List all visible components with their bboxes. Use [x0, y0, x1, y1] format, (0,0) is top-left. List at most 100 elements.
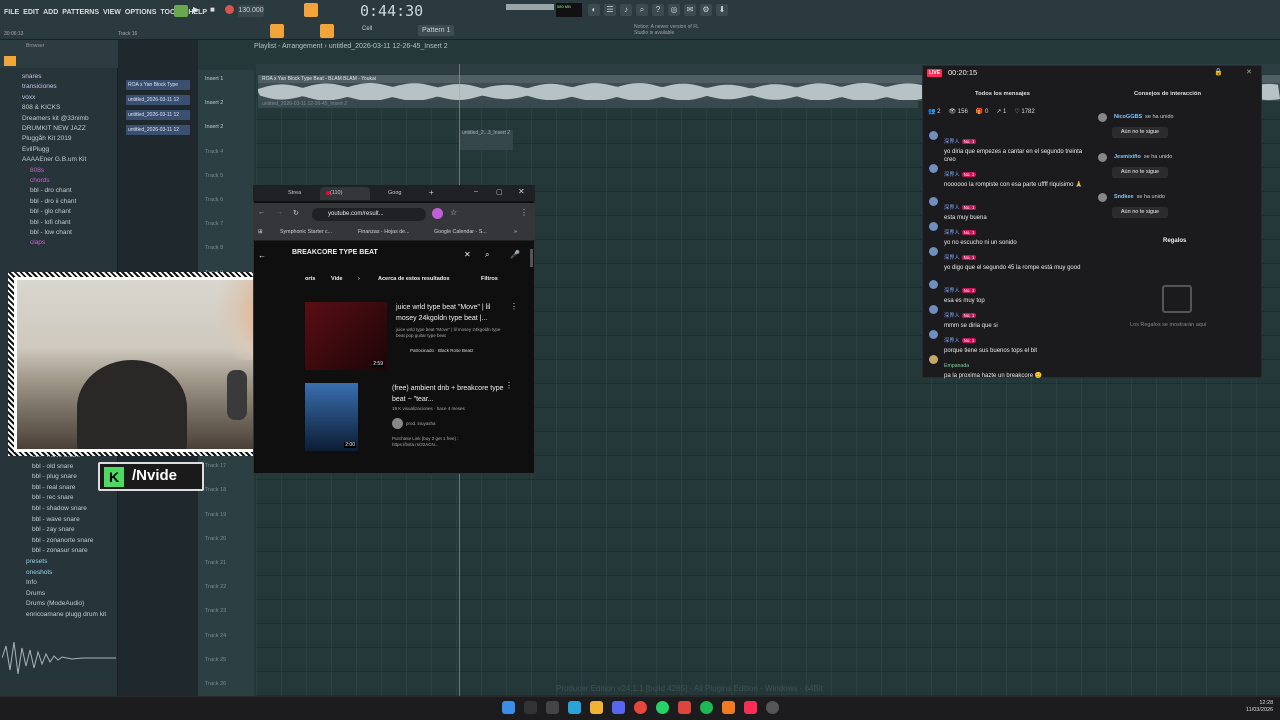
menu-add[interactable]: ADD [43, 9, 58, 16]
browser-item[interactable]: bbl - zonanorte snare [32, 537, 93, 544]
whatsapp-icon[interactable] [656, 701, 669, 714]
voice-search-icon[interactable]: 🎤 [510, 250, 520, 259]
track-header[interactable]: Insert 1 [205, 76, 223, 82]
browser-item[interactable]: bbl - plug snare [32, 473, 77, 480]
browser-item[interactable]: chords [30, 177, 50, 184]
track-header[interactable]: Track 19 [205, 512, 226, 518]
browser-item[interactable]: bbl - low chant [30, 229, 72, 236]
download-icon[interactable]: ⬇ [716, 4, 728, 16]
video-menu-icon[interactable]: ⋮ [510, 302, 518, 311]
bookmark-star-icon[interactable]: ☆ [450, 208, 457, 217]
draw-tool-icon[interactable] [320, 24, 334, 38]
file-explorer-icon[interactable] [590, 701, 603, 714]
play-button[interactable]: ▶ [193, 5, 199, 14]
about-results-link[interactable]: Acerca de estos resultados [378, 276, 450, 282]
track-header[interactable]: Track 25 [205, 657, 226, 663]
tab-stream[interactable]: Strea [278, 187, 318, 200]
bookmark-finanzas[interactable]: Finanzas - Hojas de... [358, 229, 410, 235]
track-header[interactable]: Track 26 [205, 681, 226, 687]
record-button[interactable] [225, 5, 234, 14]
chat-avatar[interactable] [929, 222, 938, 231]
browser-item[interactable]: bbl - shadow snare [32, 505, 87, 512]
filters-button[interactable]: Filtros [481, 276, 498, 282]
yt-back-icon[interactable]: ← [258, 251, 266, 260]
channel-item[interactable]: untitled_2026-03-11 12 [126, 125, 190, 135]
track-header[interactable]: Track 17 [205, 463, 226, 469]
browser-item[interactable]: 808s [30, 167, 44, 174]
minimize-icon[interactable]: – [474, 188, 478, 195]
chat-message[interactable]: 深界人 No. 1 mmm se diria que si [944, 304, 1094, 330]
browser-item[interactable]: Drums (ModeAudio) [26, 600, 84, 607]
join-username[interactable]: Jesmixiño [1114, 154, 1141, 160]
start-menu-icon[interactable] [502, 701, 515, 714]
search-icon[interactable]: ⌕ [485, 250, 489, 260]
chat-message[interactable]: 深界人 No. 1 porque tiene sus buenos tops el … [944, 329, 1094, 355]
browser-icon[interactable]: ⌕ [636, 4, 648, 16]
track-header[interactable]: Track 23 [205, 608, 226, 614]
reload-icon[interactable]: ↻ [293, 209, 299, 217]
chat-avatar[interactable] [929, 355, 938, 364]
bookmark-calendar[interactable]: Google Calendar - S... [434, 229, 487, 235]
chat-message[interactable]: 深界人 No. 1 yo diria que empezes a cantar en… [944, 130, 1094, 164]
song-time-display[interactable]: 0:44:30 [360, 2, 423, 22]
browser-item[interactable]: DRUMKIT NEW JAZZ [22, 125, 86, 132]
channel-item[interactable]: untitled_2026-03-11 12 [126, 95, 190, 105]
snap-select[interactable]: Cell [362, 26, 372, 32]
master-volume-slider[interactable] [506, 4, 554, 10]
video-thumbnail[interactable]: 2:00 [305, 383, 358, 451]
browser-item[interactable]: bbl - glo chant [30, 208, 71, 215]
fl-studio-icon[interactable] [722, 701, 735, 714]
task-view-icon[interactable] [546, 701, 559, 714]
chrome-icon[interactable] [634, 701, 647, 714]
chat-username[interactable]: 深界人 [944, 205, 960, 211]
track-header[interactable]: Track 20 [205, 536, 226, 542]
browser-item[interactable]: claps [30, 239, 45, 246]
track-header[interactable]: Track 18 [205, 487, 226, 493]
tools-icon[interactable]: ⚙ [700, 4, 712, 16]
bookmark-symphonic[interactable]: Symphonic Starter c... [280, 229, 332, 235]
follow-status-button[interactable]: Aún no te sigue [1112, 207, 1168, 218]
chip-next-icon[interactable]: › [358, 276, 360, 282]
browser-item[interactable]: bbl - zonasur snare [32, 547, 88, 554]
menu-view[interactable]: VIEW [103, 9, 121, 16]
browser-item[interactable]: bbl - lofi chant [30, 219, 70, 226]
youtube-search-input[interactable]: BREAKCORE TYPE BEAT [292, 249, 478, 256]
chat-avatar[interactable] [929, 197, 938, 206]
channel-item[interactable]: ROA x Yan Block Type [126, 80, 190, 90]
menu-options[interactable]: OPTIONS [125, 9, 157, 16]
join-avatar[interactable] [1098, 153, 1107, 162]
chat-avatar[interactable] [929, 280, 938, 289]
browser-item[interactable]: bbl - zay snare [32, 526, 75, 533]
close-icon[interactable]: ✕ [1246, 68, 1252, 76]
browser-item[interactable]: 808 & KICKS [22, 104, 60, 111]
chat-avatar[interactable] [929, 330, 938, 339]
spotify-icon[interactable] [700, 701, 713, 714]
mixer-icon[interactable]: ◐ [588, 4, 600, 16]
close-window-icon[interactable]: ✕ [518, 187, 525, 196]
browser-item[interactable]: Pluggåh Kit 2019 [22, 135, 72, 142]
chat-avatar[interactable] [929, 247, 938, 256]
chat-message[interactable]: 深界人 No. 1 yo no escucho ni un sonido [944, 221, 1094, 247]
track-header[interactable]: Insert 2 [205, 124, 223, 130]
video-menu-icon[interactable]: ⋮ [505, 381, 513, 390]
browser-item[interactable]: transiciones [22, 83, 57, 90]
browser-item[interactable]: snares [22, 73, 42, 80]
tempo-display[interactable]: 130.000 [238, 5, 264, 17]
chat-username[interactable]: 深界人 [944, 230, 960, 236]
chat-icon[interactable]: ✉ [684, 4, 696, 16]
browser-item[interactable]: bbl - rec snare [32, 494, 74, 501]
chat-username[interactable]: 深界人 [944, 139, 960, 145]
channel-item[interactable]: untitled_2026-03-11 12 [126, 110, 190, 120]
browser-item[interactable]: Dreamers kit @33nimb [22, 115, 89, 122]
obs-icon[interactable] [766, 701, 779, 714]
taskbar-search-icon[interactable] [524, 701, 537, 714]
discord-icon[interactable] [612, 701, 625, 714]
chat-avatar[interactable] [929, 305, 938, 314]
metronome-icon[interactable] [304, 3, 318, 17]
chrome-menu-icon[interactable]: ⋮ [520, 208, 528, 217]
chat-username[interactable]: 深界人 [944, 288, 960, 294]
follow-status-button[interactable]: Aún no te sigue [1112, 167, 1168, 178]
page-scrollbar[interactable] [530, 249, 533, 267]
track-header[interactable]: Track 22 [205, 584, 226, 590]
address-bar[interactable]: youtube.com/result... [312, 208, 426, 221]
